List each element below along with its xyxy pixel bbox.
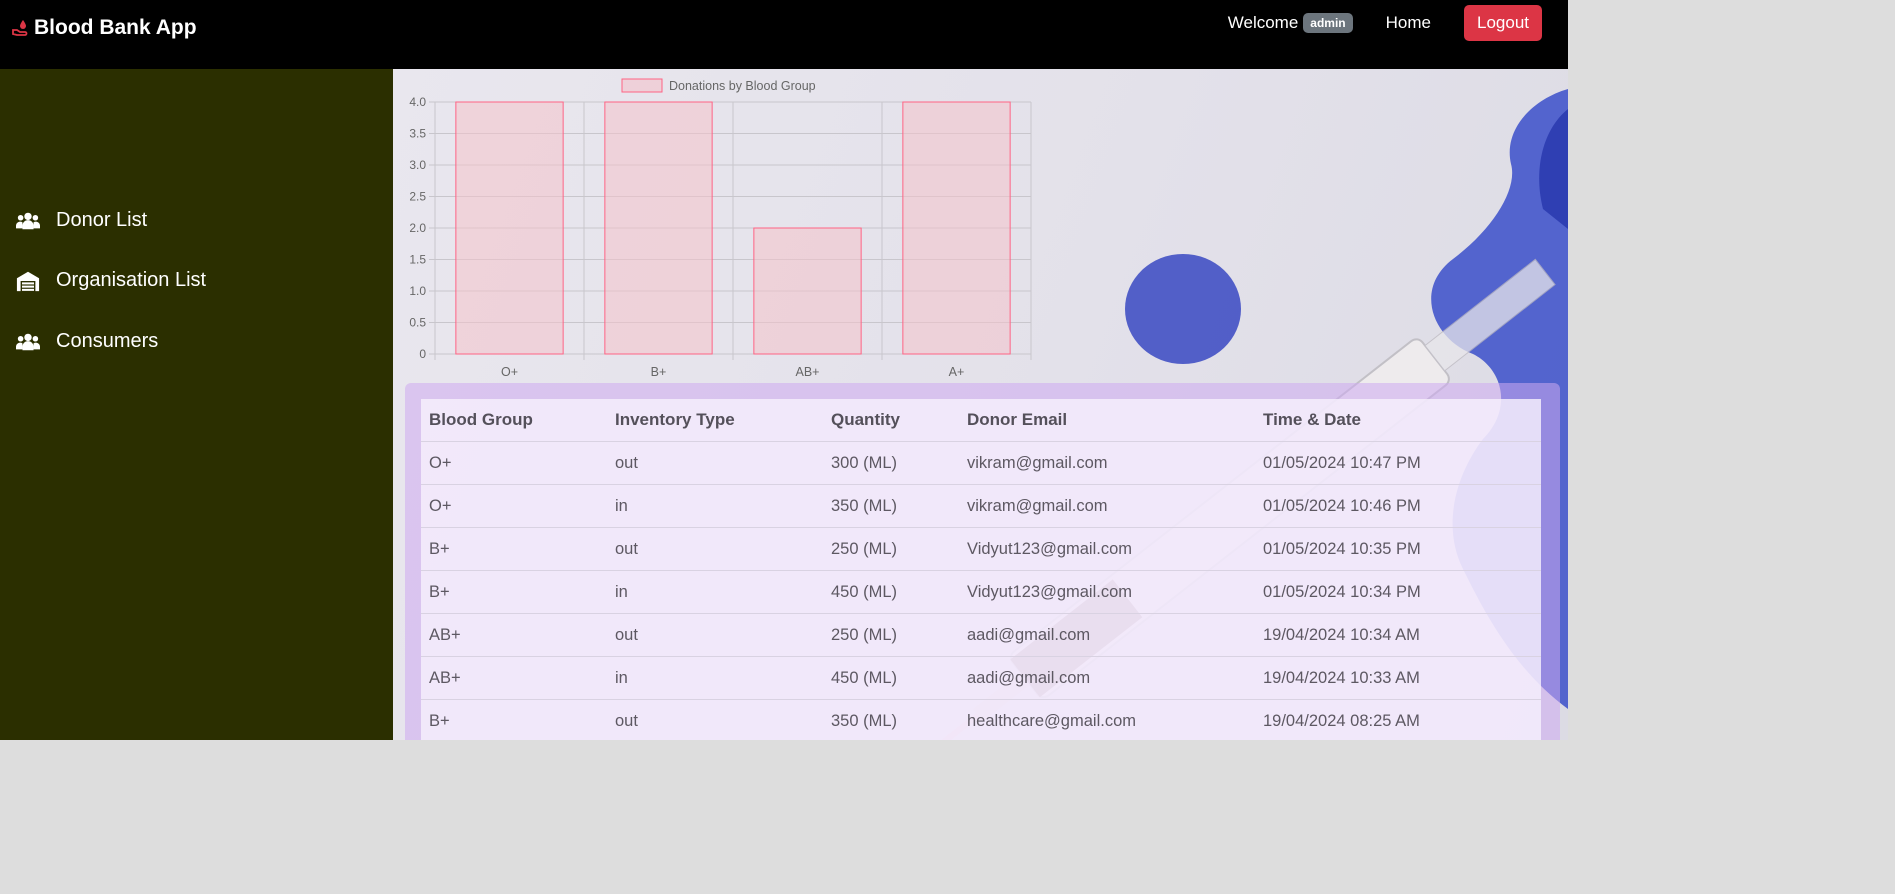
inventory-table: Blood Group Inventory Type Quantity Dono… <box>421 399 1541 740</box>
y-tick-label: 4.0 <box>409 95 426 109</box>
brand[interactable]: Blood Bank App <box>12 16 197 40</box>
cell-donor-email: vikram@gmail.com <box>959 484 1255 528</box>
cell-quantity: 350 (ML) <box>823 484 959 528</box>
cell-time-date: 01/05/2024 10:34 PM <box>1255 570 1541 614</box>
cell-blood-group: O+ <box>421 484 607 528</box>
cell-inventory-type: in <box>607 656 823 700</box>
bar-A+ <box>902 101 1011 355</box>
role-badge: admin <box>1303 13 1353 33</box>
cell-quantity: 300 (ML) <box>823 441 959 485</box>
cell-donor-email: vikram@gmail.com <box>959 441 1255 485</box>
header-time-date[interactable]: Time & Date <box>1255 399 1541 442</box>
y-tick-label: 2.5 <box>409 190 426 204</box>
cell-donor-email: healthcare@gmail.com <box>959 699 1255 740</box>
legend-swatch <box>621 78 663 93</box>
header-donor-email[interactable]: Donor Email <box>959 399 1255 442</box>
hand-blood-drop-icon <box>12 19 30 37</box>
table-row: O+ in 350 (ML) vikram@gmail.com 01/05/20… <box>421 484 1541 528</box>
cell-inventory-type: out <box>607 613 823 657</box>
sidebar-item-label: Donor List <box>56 209 148 231</box>
sidebar-item-consumers[interactable]: Consumers <box>16 330 158 353</box>
donations-chart: 0 0.5 1.0 1.5 2.0 2.5 3.0 3.5 4.0 O+ B+ AB+ A+ Donati… <box>393 69 1043 384</box>
users-icon <box>16 331 40 353</box>
header-inventory-type[interactable]: Inventory Type <box>607 399 823 442</box>
cell-donor-email: Vidyut123@gmail.com <box>959 527 1255 571</box>
bar-O+ <box>455 101 564 355</box>
nav-right: Welcome admin Home Logout <box>1228 4 1542 42</box>
cell-time-date: 19/04/2024 10:34 AM <box>1255 613 1541 657</box>
main-content: 0 0.5 1.0 1.5 2.0 2.5 3.0 3.5 4.0 O+ B+ AB+ A+ Donati… <box>393 69 1568 740</box>
cell-quantity: 250 (ML) <box>823 613 959 657</box>
table-row: AB+ out 250 (ML) aadi@gmail.com 19/04/20… <box>421 613 1541 657</box>
bar-B+ <box>604 101 713 355</box>
bar-AB+ <box>753 227 862 355</box>
brand-title: Blood Bank App <box>34 16 197 39</box>
cell-quantity: 350 (ML) <box>823 699 959 740</box>
x-tick-label: A+ <box>949 365 965 379</box>
y-tick-label: 0.5 <box>409 316 426 330</box>
y-tick-label: 1.0 <box>409 284 426 298</box>
y-tick-label: 3.0 <box>409 158 426 172</box>
sidebar-item-label: Organisation List <box>56 269 207 291</box>
cell-inventory-type: out <box>607 699 823 740</box>
warehouse-icon <box>16 270 40 292</box>
header-quantity[interactable]: Quantity <box>823 399 959 442</box>
sidebar-item-organisation-list[interactable]: Organisation List <box>16 269 206 292</box>
cell-donor-email: Vidyut123@gmail.com <box>959 570 1255 614</box>
y-tick-label: 0 <box>419 347 426 361</box>
cell-blood-group: B+ <box>421 527 607 571</box>
cell-donor-email: aadi@gmail.com <box>959 656 1255 700</box>
cell-blood-group: B+ <box>421 699 607 740</box>
home-link[interactable]: Home <box>1386 13 1431 33</box>
inventory-card: Blood Group Inventory Type Quantity Dono… <box>405 383 1560 740</box>
cell-time-date: 19/04/2024 08:25 AM <box>1255 699 1541 740</box>
sidebar-item-donor-list[interactable]: Donor List <box>16 209 147 232</box>
cell-blood-group: AB+ <box>421 656 607 700</box>
cell-inventory-type: out <box>607 441 823 485</box>
y-tick-label: 1.5 <box>409 253 426 267</box>
cell-inventory-type: in <box>607 484 823 528</box>
x-tick-label: B+ <box>651 365 667 379</box>
cell-donor-email: aadi@gmail.com <box>959 613 1255 657</box>
cell-quantity: 450 (ML) <box>823 570 959 614</box>
welcome-label: Welcome <box>1227 13 1299 32</box>
cell-time-date: 01/05/2024 10:35 PM <box>1255 527 1541 571</box>
table-row: B+ in 450 (ML) Vidyut123@gmail.com 01/05… <box>421 570 1541 614</box>
users-icon <box>16 210 40 232</box>
chart-svg: 0 0.5 1.0 1.5 2.0 2.5 3.0 3.5 4.0 O+ B+ AB+ A+ Donati… <box>409 78 1032 379</box>
cell-time-date: 01/05/2024 10:47 PM <box>1255 441 1541 485</box>
table-row: B+ out 250 (ML) Vidyut123@gmail.com 01/0… <box>421 527 1541 571</box>
cell-inventory-type: in <box>607 570 823 614</box>
logout-button[interactable]: Logout <box>1464 5 1542 41</box>
welcome-text: Welcome admin <box>1228 13 1353 33</box>
cell-time-date: 19/04/2024 10:33 AM <box>1255 656 1541 700</box>
table-row: O+ out 300 (ML) vikram@gmail.com 01/05/2… <box>421 441 1541 485</box>
table-row: AB+ in 450 (ML) aadi@gmail.com 19/04/202… <box>421 656 1541 700</box>
header-blood-group[interactable]: Blood Group <box>421 399 607 442</box>
table-header-row: Blood Group Inventory Type Quantity Dono… <box>421 399 1541 442</box>
cell-time-date: 01/05/2024 10:46 PM <box>1255 484 1541 528</box>
cell-inventory-type: out <box>607 527 823 571</box>
cell-quantity: 450 (ML) <box>823 656 959 700</box>
x-tick-label: O+ <box>501 365 518 379</box>
y-tick-label: 2.0 <box>409 221 426 235</box>
y-tick-label: 3.5 <box>409 127 426 141</box>
cell-blood-group: AB+ <box>421 613 607 657</box>
sidebar: Donor List Organisation List Consumers <box>0 69 393 740</box>
legend-label: Donations by Blood Group <box>669 79 816 93</box>
cell-blood-group: O+ <box>421 441 607 485</box>
table-row: B+ out 350 (ML) healthcare@gmail.com 19/… <box>421 699 1541 740</box>
cell-quantity: 250 (ML) <box>823 527 959 571</box>
cell-blood-group: B+ <box>421 570 607 614</box>
x-tick-label: AB+ <box>796 365 820 379</box>
sidebar-item-label: Consumers <box>56 330 159 352</box>
top-navbar: Blood Bank App Welcome admin Home Logout <box>0 0 1568 69</box>
